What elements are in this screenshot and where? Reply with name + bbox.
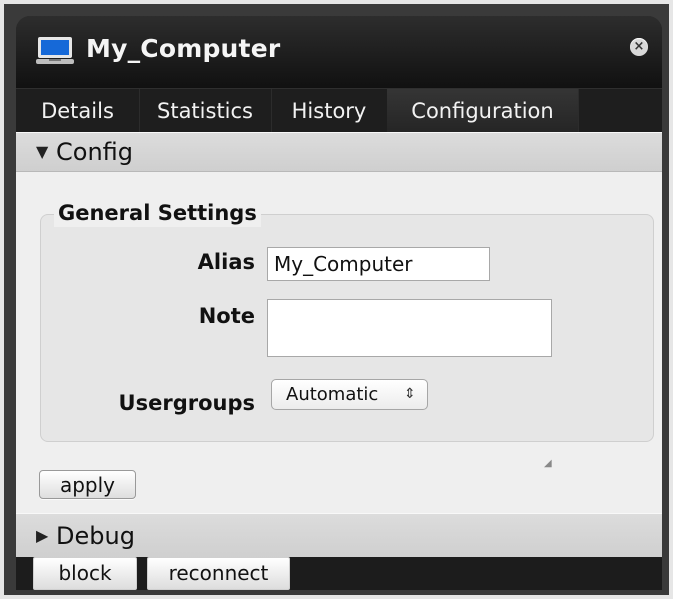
window-title: My_Computer [86,34,281,63]
config-section-header[interactable]: ▼ Config [16,132,662,172]
tab-configuration[interactable]: Configuration [387,89,579,133]
tab-bar: Details Statistics History Configuration [16,88,662,133]
screenshot-frame: My_Computer × Details Statistics History… [0,0,673,599]
general-settings-legend: General Settings [54,199,261,227]
debug-section-title: Debug [56,522,135,550]
updown-chevron-icon: ⇕ [404,386,416,402]
note-label: Note [198,304,255,328]
apply-button[interactable]: apply [39,470,136,499]
close-icon: × [633,39,645,54]
block-button[interactable]: block [33,557,137,590]
debug-section-header[interactable]: ▶ Debug [16,513,662,557]
note-textarea[interactable] [267,299,552,357]
alias-input[interactable] [267,247,490,281]
triangle-right-icon: ▶ [36,526,49,545]
usergroups-select[interactable]: Automatic ⇕ [271,379,428,410]
config-section-title: Config [56,138,134,166]
laptop-monitor-icon [36,37,74,64]
tab-history[interactable]: History [271,89,388,133]
usergroups-label: Usergroups [118,391,255,415]
triangle-down-icon: ▼ [36,142,49,161]
reconnect-button[interactable]: reconnect [147,557,290,590]
usergroups-selected-value: Automatic [286,384,379,405]
computer-window: My_Computer × Details Statistics History… [16,16,662,590]
resize-grip-icon[interactable]: ◢ [544,459,554,469]
configuration-panel: ▼ Config General Settings Alias Note ◢ U… [16,132,662,557]
tab-statistics[interactable]: Statistics [139,89,272,133]
window-titlebar: My_Computer × [16,16,662,88]
tab-details[interactable]: Details [16,89,140,133]
close-button[interactable]: × [630,38,648,56]
alias-label: Alias [197,250,255,274]
